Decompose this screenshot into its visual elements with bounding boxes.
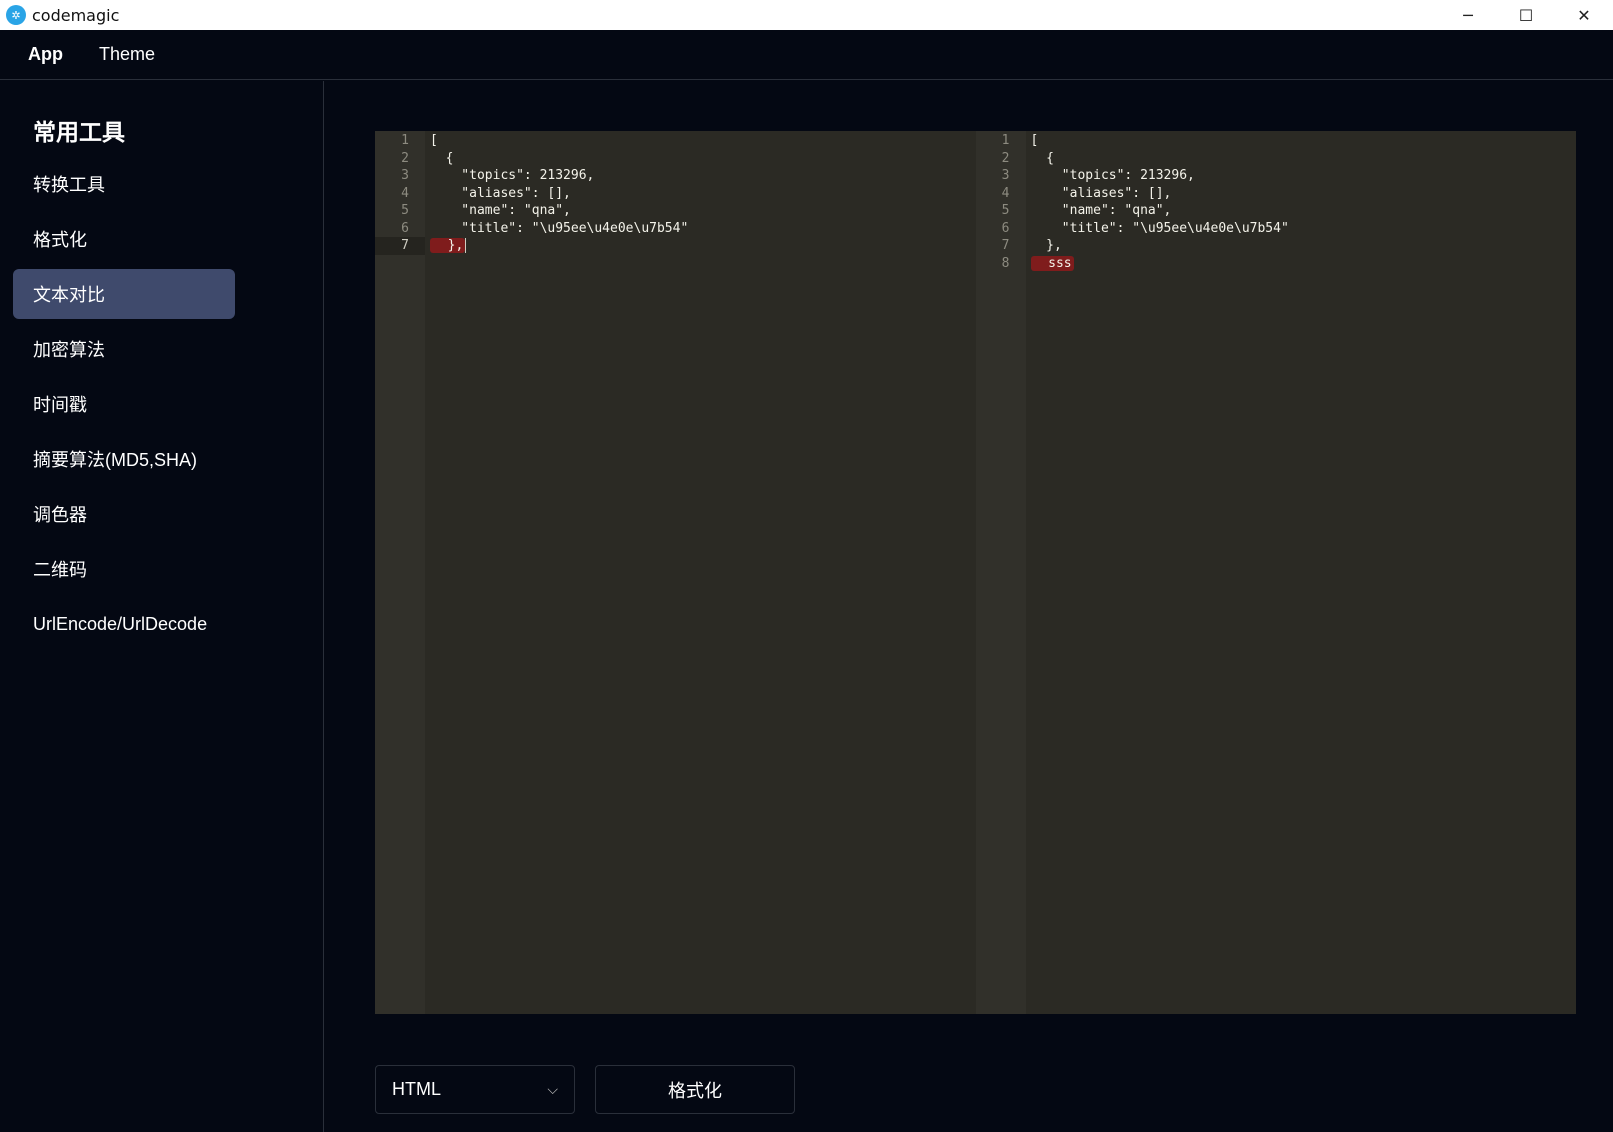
text-cursor [465,238,467,253]
nav-item-convert[interactable]: 转换工具 [13,159,235,209]
line-number: 4 [1001,185,1010,201]
code-line: "name": "qna", [1030,203,1172,218]
line-number-gutter: 1 2 3 4 5 67 [375,131,425,1014]
code-line: [ [1030,133,1039,148]
line-number: 3 [1001,168,1010,183]
nav-item-color-picker[interactable]: 调色器 [13,489,235,539]
sidebar-heading: 常用工具 [33,119,125,145]
window-controls: ─ ☐ ✕ [1439,0,1613,30]
window-title: codemagic [32,5,120,25]
line-number: 5 [401,203,409,218]
code-line: "aliases": [], [1030,185,1172,201]
nav-item-digest[interactable]: 摘要算法(MD5,SHA) [13,434,235,484]
language-select-value: HTML [392,1079,441,1099]
code-line: "name": "qna", [430,203,571,218]
nav-item-format[interactable]: 格式化 [13,214,235,264]
maximize-button[interactable]: ☐ [1497,0,1555,30]
line-number: 7 [1001,238,1010,253]
line-number: 7 [375,237,425,255]
line-number: 4 [401,185,409,201]
line-number-gutter: 1 2 3 4 5 6 7 8 [975,131,1026,1014]
nav-item-text-diff[interactable]: 文本对比 [13,269,235,319]
line-number: 3 [401,168,409,183]
code-area[interactable]: [ { "topics": 213296, "aliases": [], "na… [425,131,976,1014]
nav-item-urlencode[interactable]: UrlEncode/UrlDecode [13,599,235,649]
code-line: "topics": 213296, [1030,168,1195,183]
app-logo-icon: ✲ [6,5,26,25]
code-line: { [1030,150,1054,166]
menu-bar: App Theme [0,30,1613,80]
menu-app[interactable]: App [28,44,63,65]
code-line: "title": "\u95ee\u4e0e\u7b54" [430,220,689,236]
minimize-button[interactable]: ─ [1439,0,1497,30]
code-line: [ [430,133,438,148]
language-select[interactable]: HTML ⌵ [375,1065,575,1114]
line-number: 2 [401,150,409,166]
code-line: "topics": 213296, [430,168,595,183]
code-area[interactable]: [ { "topics": 213296, "aliases": [], "na… [1025,131,1577,1014]
code-line: sss [1026,255,1577,273]
close-button[interactable]: ✕ [1555,0,1613,30]
line-number: 6 [401,220,409,236]
diff-highlight: sss [1030,255,1074,271]
nav-item-timestamp[interactable]: 时间戳 [13,379,235,429]
line-number: 1 [401,133,409,148]
diff-highlight: }, [430,238,466,253]
menu-theme[interactable]: Theme [99,44,155,65]
title-bar: ✲ codemagic ─ ☐ ✕ [0,0,1613,30]
line-number: 5 [1001,203,1010,218]
code-line: }, [425,237,976,255]
nav-item-qrcode[interactable]: 二维码 [13,544,235,594]
line-number: 6 [1001,220,1010,236]
code-line: { [430,150,454,166]
nav-item-encrypt[interactable]: 加密算法 [13,324,235,374]
code-line: "aliases": [], [430,185,571,201]
modified-pane[interactable]: 1 2 3 4 5 6 7 8 [ { "topics": 213296, "aliases"… [975,131,1577,1014]
diff-editor: 1234567 [ { "topics": 213296, "aliases":… [375,131,1576,1014]
code-line: }, [1030,238,1062,253]
line-number: 8 [1001,255,1010,271]
original-pane[interactable]: 1 2 3 4 5 67 [ { "topics": 213296, "aliases":… [375,131,976,1014]
line-number: 2 [1001,150,1010,166]
format-button[interactable]: 格式化 [595,1065,795,1114]
line-number: 1 [1001,133,1010,148]
sidebar: 常用工具 转换工具 格式化 文本对比 加密算法 时间戳 摘要算法(MD5,SHA… [0,81,324,1132]
nav-list: 转换工具 格式化 文本对比 加密算法 时间戳 摘要算法(MD5,SHA) 调色器… [13,159,235,654]
chevron-down-icon: ⌵ [547,1081,558,1098]
code-line: "title": "\u95ee\u4e0e\u7b54" [1030,220,1289,236]
